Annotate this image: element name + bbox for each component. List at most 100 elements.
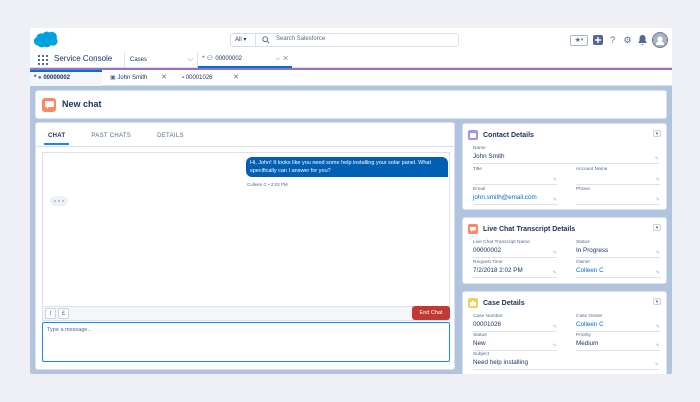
owner-link[interactable]: Colleen C [576,266,660,275]
subtab-case[interactable]: ▪ 00001026 ✕ [178,70,244,86]
help-icon[interactable]: ? [607,35,618,46]
tab-details[interactable]: DETAILS [153,127,188,145]
field-case-owner: Case Owner Colleen C ✎ [576,314,660,332]
chat-transcript[interactable]: Hi, John! It looks like you need some he… [42,152,450,306]
field-value: Medium [576,340,599,347]
edit-icon[interactable]: ✎ [553,324,557,330]
close-icon[interactable]: ✕ [283,56,288,62]
chat-icon: ● [38,75,42,81]
attach-icon[interactable]: ⌇ [45,308,56,319]
nav-object-label: Cases [130,57,148,63]
close-icon[interactable]: ✕ [233,70,239,86]
edit-icon[interactable]: ✎ [655,362,659,368]
field-case-number: Case Number 00001026 ✎ [473,314,557,332]
field-value: John Smith [473,153,505,160]
field-priority: Priority Medium ✎ [576,333,660,351]
app-frame: All ▾ Search Salesforce ★ ▾ ? ⚙ Service C… [30,28,672,374]
edit-icon[interactable]: ✎ [656,270,660,276]
edit-icon[interactable]: ✎ [656,324,660,330]
subtab-label: John Smith [117,75,148,81]
subtab-label: 00000002 [43,75,71,81]
bell-icon[interactable] [637,35,648,46]
field-account-name: Account Name ✎ [576,167,660,185]
contact-icon [468,130,478,140]
global-search-input[interactable]: Search Salesforce [255,33,459,47]
field-label: Account Name [576,167,608,172]
chevron-down-icon[interactable]: ▾ [653,298,661,305]
card-title: Contact Details [483,131,534,139]
nav-tab-active[interactable]: * 💬︎ 00000002 ⌵ ✕ [198,52,292,68]
chevron-down-icon[interactable]: ▾ [653,224,661,231]
field-status: Status In Progress ✎ [576,240,660,258]
salesforce-logo[interactable] [33,31,58,48]
subtab-label: 00001026 [185,75,213,81]
chevron-down-icon: ⌵ [187,56,193,63]
field-value: In Progress [576,247,609,254]
card-header: Contact Details [468,129,534,141]
tab-chat[interactable]: CHAT [44,127,70,145]
subtab-contact[interactable]: ▣ John Smith ✕ [106,70,172,86]
field-value: New [473,340,486,347]
edit-icon[interactable]: ✎ [553,270,557,276]
tab-past-chats[interactable]: PAST CHATS [87,127,135,145]
subtab-chat[interactable]: * ● 00000002 [30,70,102,86]
chat-icon [468,224,478,234]
header-utilities: ★ ▾ ? ⚙ [570,31,668,49]
card-header: Case Details [468,297,525,309]
contact-details-card: Contact Details ▾ Name John Smith ✎ Title ✎… [462,123,667,210]
field-email: Email john.smith@email.com ✎ [473,187,557,205]
edit-icon[interactable]: ✎ [553,250,557,256]
global-actions-button[interactable] [592,35,603,46]
email-link[interactable]: john.smith@email.com [473,193,557,202]
message-input[interactable]: Type a message... [42,322,450,362]
nav-object-select[interactable]: Cases ⌵ [124,52,198,68]
subtab-bar: * ● 00000002 ▣ John Smith ✕ ▪ 00001026 ✕ [30,70,672,86]
field-request-time: Request Time 7/2/2018 2:02 PM ✎ [473,260,557,278]
global-header: All ▾ Search Salesforce ★ ▾ ? ⚙ [30,28,672,52]
tabs-divider [36,146,454,147]
favorites-button[interactable]: ★ ▾ [570,34,588,46]
user-avatar-icon [656,36,664,45]
chat-icon: 💬︎ [206,56,214,62]
edit-icon[interactable]: ✎ [553,343,557,349]
asterisk-icon: * [34,75,37,81]
search-scope-select[interactable]: All ▾ [230,33,255,47]
field-owner: Owner Colleen C ✎ [576,260,660,278]
chevron-down-icon: ▾ [580,37,584,43]
field-case-status: Status New ✎ [473,333,557,351]
close-icon[interactable]: ✕ [161,70,167,86]
search-placeholder: Search Salesforce [276,36,326,42]
chat-toolbar: ⌇ £ End Chat [42,306,450,321]
edit-icon[interactable]: ✎ [553,177,557,183]
console-navbar: Service Console Cases ⌵ * 💬︎ 00000002 ⌵ ✕ [30,52,672,68]
app-launcher-icon[interactable] [38,55,48,65]
case-icon [468,298,478,308]
field-value: 00000002 [473,247,502,254]
edit-icon[interactable]: ✎ [553,197,557,203]
chat-panel: CHAT PAST CHATS DETAILS Hi, John! It loo… [35,122,455,370]
edit-icon[interactable]: ✎ [656,197,660,203]
chat-icon [42,98,56,112]
gear-icon[interactable]: ⚙ [622,35,633,46]
app-name: Service Console [54,54,113,63]
case-icon: ▪ [182,75,185,81]
chat-tabs: CHAT PAST CHATS DETAILS [44,127,188,145]
chevron-down-icon: ▾ [243,37,247,43]
edit-icon[interactable]: ✎ [655,156,659,162]
chevron-down-icon[interactable]: ⌵ [276,56,281,62]
end-chat-button[interactable]: End Chat [412,306,450,320]
avatar[interactable] [652,32,668,48]
typing-indicator [50,196,68,206]
search-icon [262,36,270,44]
chevron-down-icon[interactable]: ▾ [653,130,661,137]
edit-icon[interactable]: ✎ [656,343,660,349]
edit-icon[interactable]: ✎ [656,177,660,183]
field-transcript-name: Live Chat Transcript Name 00000002 ✎ [473,240,557,258]
edit-icon[interactable]: ✎ [656,250,660,256]
case-owner-link[interactable]: Colleen C [576,320,660,329]
field-title: Title ✎ [473,167,557,185]
asterisk-icon: * [202,56,205,62]
agent-message-bubble: Hi, John! It looks like you need some he… [246,157,448,177]
quick-text-icon[interactable]: £ [58,308,69,319]
card-title: Case Details [483,299,525,307]
